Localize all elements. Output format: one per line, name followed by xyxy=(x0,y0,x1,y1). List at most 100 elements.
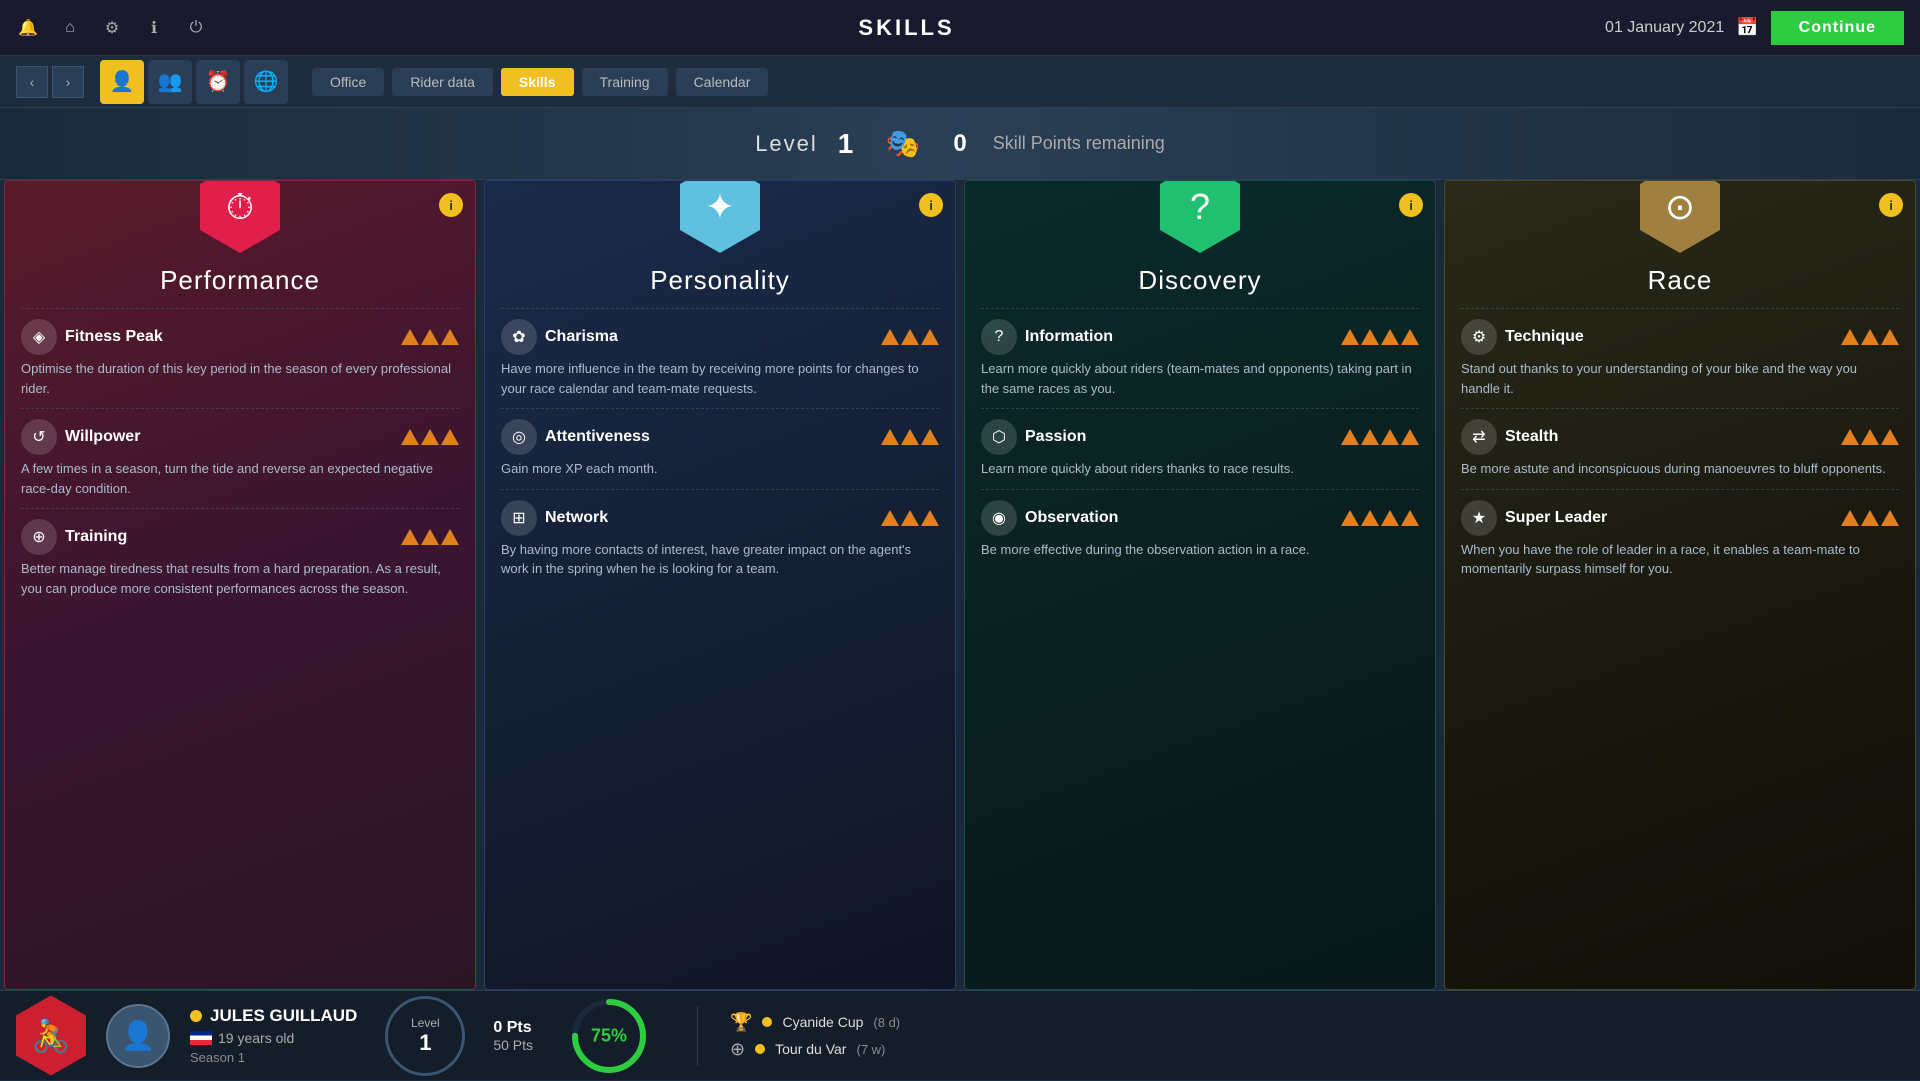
charisma-name: Charisma xyxy=(545,328,867,346)
personality-hex-icon: ✦ xyxy=(680,180,760,253)
rider-hexagon-icon: 🎭 xyxy=(873,110,933,178)
nav-forward-arrow[interactable]: › xyxy=(52,66,84,98)
skill-charisma: ✿ Charisma Have more influence in the te… xyxy=(501,319,939,398)
progress-ring: 75% xyxy=(569,996,649,1076)
progress-ring-label: 75% xyxy=(591,1025,627,1046)
skill-stealth: ⇄ Stealth Be more astute and inconspicuo… xyxy=(1461,419,1899,479)
tab-rider-data[interactable]: Rider data xyxy=(392,68,493,96)
top-bar-icons: 🔔 ⌂ ⚙ ℹ ⏻ xyxy=(16,16,208,40)
race-info-badge[interactable]: i xyxy=(1879,193,1903,217)
performance-info-badge[interactable]: i xyxy=(439,193,463,217)
information-name: Information xyxy=(1025,328,1327,346)
skill-observation: ◉ Observation Be more effective during t… xyxy=(981,500,1419,560)
attentiveness-name: Attentiveness xyxy=(545,428,867,446)
discovery-title: Discovery xyxy=(981,265,1419,296)
skill-fitness-peak: ◈ Fitness Peak Optimise the duration of … xyxy=(21,319,459,398)
info-icon[interactable]: ℹ xyxy=(142,16,166,40)
race-hex-icon: ⊙ xyxy=(1640,180,1720,253)
nav-icon-group[interactable]: 👥 xyxy=(148,60,192,104)
date-display: 01 January 2021 xyxy=(1605,19,1724,37)
bell-icon[interactable]: 🔔 xyxy=(16,16,40,40)
pts-current: 0 Pts xyxy=(493,1019,533,1037)
skill-super-leader: ★ Super Leader When you have the role of… xyxy=(1461,500,1899,579)
nav-arrows: ‹ › xyxy=(16,66,84,98)
bottom-level-label: Level xyxy=(411,1016,440,1030)
tab-office[interactable]: Office xyxy=(312,68,384,96)
performance-title: Performance xyxy=(21,265,459,296)
tab-skills[interactable]: Skills xyxy=(501,68,574,96)
network-desc: By having more contacts of interest, hav… xyxy=(501,540,939,579)
stealth-icon: ⇄ xyxy=(1461,419,1497,455)
personality-title: Personality xyxy=(501,265,939,296)
discovery-info-badge[interactable]: i xyxy=(1399,193,1423,217)
charisma-icon: ✿ xyxy=(501,319,537,355)
race-item-0: 🏆 Cyanide Cup (8 d) xyxy=(730,1012,900,1033)
technique-icon: ⚙ xyxy=(1461,319,1497,355)
rider-status-dot xyxy=(190,1010,202,1022)
fitness-peak-name: Fitness Peak xyxy=(65,328,387,346)
skill-information: ? Information Learn more quickly about r… xyxy=(981,319,1419,398)
race-card: ⊙ i Race ⚙ Technique Stand out thanks to… xyxy=(1444,180,1916,990)
training-icon: ⊕ xyxy=(21,519,57,555)
performance-hex-icon: ⏱ xyxy=(200,180,280,253)
race-time-0: (8 d) xyxy=(873,1015,900,1030)
nav-icons-group: 👤 👥 ⏰ 🌐 xyxy=(100,60,288,104)
race-title: Race xyxy=(1461,265,1899,296)
technique-name: Technique xyxy=(1505,328,1827,346)
nav-icon-rider[interactable]: 👤 xyxy=(100,60,144,104)
top-bar-right: 01 January 2021 📅 Continue xyxy=(1605,11,1904,45)
race-name-1: Tour du Var xyxy=(775,1041,846,1057)
race-item-1: ⊕ Tour du Var (7 w) xyxy=(730,1039,900,1060)
tab-calendar[interactable]: Calendar xyxy=(676,68,769,96)
nav-icon-clock[interactable]: ⏰ xyxy=(196,60,240,104)
main-content: ⏱ i Performance ◈ Fitness Peak Optimise … xyxy=(0,180,1920,990)
rider-age-container: 19 years old xyxy=(190,1030,357,1046)
skill-network: ⊞ Network By having more contacts of int… xyxy=(501,500,939,579)
race-name-0: Cyanide Cup xyxy=(782,1014,863,1030)
skill-training: ⊕ Training Better manage tiredness that … xyxy=(21,519,459,598)
home-icon[interactable]: ⌂ xyxy=(58,16,82,40)
stealth-name: Stealth xyxy=(1505,428,1827,446)
skill-passion: ⬡ Passion Learn more quickly about rider… xyxy=(981,419,1419,479)
attentiveness-icon: ◎ xyxy=(501,419,537,455)
technique-desc: Stand out thanks to your understanding o… xyxy=(1461,359,1899,398)
observation-name: Observation xyxy=(1025,509,1327,527)
rider-avatar: 👤 xyxy=(106,1004,170,1068)
rider-name-container: JULES GUILLAUD xyxy=(190,1006,357,1026)
gear-icon[interactable]: ⚙ xyxy=(100,16,124,40)
tab-training[interactable]: Training xyxy=(582,68,668,96)
calendar-icon[interactable]: 📅 xyxy=(1736,17,1758,38)
performance-card: ⏱ i Performance ◈ Fitness Peak Optimise … xyxy=(4,180,476,990)
races-section: 🏆 Cyanide Cup (8 d) ⊕ Tour du Var (7 w) xyxy=(730,1012,900,1060)
trophy-icon: 🏆 xyxy=(730,1012,752,1033)
skill-willpower: ↺ Willpower A few times in a season, tur… xyxy=(21,419,459,498)
top-bar: 🔔 ⌂ ⚙ ℹ ⏻ SKILLS 01 January 2021 📅 Conti… xyxy=(0,0,1920,56)
rider-team-hex: 🚴 xyxy=(16,996,86,1076)
power-icon[interactable]: ⏻ xyxy=(184,16,208,40)
information-desc: Learn more quickly about riders (team-ma… xyxy=(981,359,1419,398)
training-name: Training xyxy=(65,528,387,546)
super-leader-desc: When you have the role of leader in a ra… xyxy=(1461,540,1899,579)
race-dot-1 xyxy=(755,1044,765,1054)
level-value: 1 xyxy=(838,128,854,160)
fitness-peak-desc: Optimise the duration of this key period… xyxy=(21,359,459,398)
separator-vertical xyxy=(697,1006,698,1066)
skill-points-label: Skill Points remaining xyxy=(993,133,1165,154)
race-time-1: (7 w) xyxy=(856,1042,885,1057)
bottom-level-circle: Level 1 xyxy=(385,996,465,1076)
nav-back-arrow[interactable]: ‹ xyxy=(16,66,48,98)
personality-info-badge[interactable]: i xyxy=(919,193,943,217)
personality-card: ✦ i Personality ✿ Charisma Have more inf… xyxy=(484,180,956,990)
skill-points-value: 0 xyxy=(953,130,966,158)
willpower-icon: ↺ xyxy=(21,419,57,455)
level-label: Level xyxy=(755,131,818,157)
bottom-bar: 🚴 👤 JULES GUILLAUD 19 years old Season 1… xyxy=(0,990,1920,1080)
nav-icon-globe[interactable]: 🌐 xyxy=(244,60,288,104)
continue-button[interactable]: Continue xyxy=(1771,11,1904,45)
race-dot-0 xyxy=(762,1017,772,1027)
stealth-desc: Be more astute and inconspicuous during … xyxy=(1461,459,1899,479)
passion-desc: Learn more quickly about riders thanks t… xyxy=(981,459,1419,479)
pts-max: 50 Pts xyxy=(493,1037,533,1053)
willpower-desc: A few times in a season, turn the tide a… xyxy=(21,459,459,498)
training-desc: Better manage tiredness that results fro… xyxy=(21,559,459,598)
